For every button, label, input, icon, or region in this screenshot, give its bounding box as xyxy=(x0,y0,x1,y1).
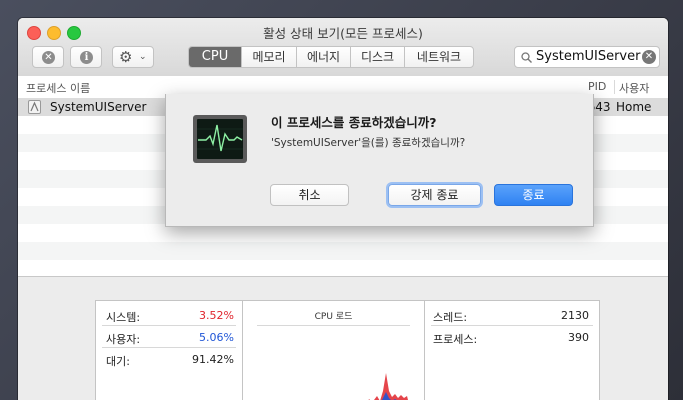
processes-value: 390 xyxy=(568,331,589,344)
search-field[interactable]: SystemUIServer ✕ xyxy=(514,46,660,68)
threads-label: 스레드: xyxy=(433,311,468,324)
view-tabs: CPU 메모리 에너지 디스크 네트워크 xyxy=(188,46,474,68)
process-user: Home xyxy=(616,100,652,114)
thread-count-panel: 스레드: 2130 프로세스: 390 xyxy=(424,300,600,400)
quit-process-dialog: 이 프로세스를 종료하겠습니까? 'SystemUIServer'을(를) 종료… xyxy=(165,94,594,227)
search-input[interactable]: SystemUIServer xyxy=(536,48,640,66)
search-icon xyxy=(521,52,532,63)
activity-monitor-window: 활성 상태 보기(모든 프로세스) ✕ i ⚙ ⌄ CPU 메모리 에너지 디스… xyxy=(18,18,668,400)
column-header-process-name[interactable]: 프로세스 이름 xyxy=(26,80,90,96)
tab-energy[interactable]: 에너지 xyxy=(296,47,350,67)
action-menu-button[interactable]: ⚙ ⌄ xyxy=(112,46,154,68)
force-quit-button[interactable]: 강제 종료 xyxy=(388,184,481,206)
threads-value: 2130 xyxy=(561,309,589,322)
window-title: 활성 상태 보기(모든 프로세스) xyxy=(263,26,423,41)
cpu-load-graph xyxy=(368,373,408,400)
system-value: 3.52% xyxy=(199,309,234,322)
gear-icon: ⚙ xyxy=(119,48,133,66)
divider xyxy=(102,347,236,348)
tab-cpu[interactable]: CPU xyxy=(189,47,241,67)
column-header-user[interactable]: 사용자 xyxy=(614,80,649,95)
cancel-button[interactable]: 취소 xyxy=(270,184,349,206)
column-header-pid[interactable]: PID xyxy=(588,80,606,93)
chevron-down-icon: ⌄ xyxy=(139,52,147,62)
user-value: 5.06% xyxy=(199,331,234,344)
tab-disk[interactable]: 디스크 xyxy=(350,47,404,67)
cpu-usage-panel: 시스템: 3.52% 사용자: 5.06% 대기: 91.42% xyxy=(95,300,243,400)
divider xyxy=(431,325,593,326)
dialog-message: 'SystemUIServer'을(를) 종료하겠습니까? xyxy=(271,137,466,149)
quit-process-button[interactable]: ✕ xyxy=(32,46,64,68)
empty-row xyxy=(18,242,668,260)
cpu-summary-area: 시스템: 3.52% 사용자: 5.06% 대기: 91.42% CPU 로드 … xyxy=(18,276,668,400)
tab-memory[interactable]: 메모리 xyxy=(241,47,296,67)
cpu-load-panel: CPU 로드 xyxy=(242,300,425,400)
processes-label: 프로세스: xyxy=(433,333,478,346)
idle-label: 대기: xyxy=(106,355,130,368)
user-label: 사용자: xyxy=(106,333,141,346)
title-bar: 활성 상태 보기(모든 프로세스) ✕ i ⚙ ⌄ CPU 메모리 에너지 디스… xyxy=(18,18,668,77)
info-icon: i xyxy=(80,51,93,64)
clear-search-icon[interactable]: ✕ xyxy=(642,50,656,64)
tab-network[interactable]: 네트워크 xyxy=(404,47,473,67)
dialog-title: 이 프로세스를 종료하겠습니까? xyxy=(271,115,437,130)
system-label: 시스템: xyxy=(106,311,141,324)
app-icon xyxy=(28,100,41,114)
divider xyxy=(257,325,410,326)
process-name: SystemUIServer xyxy=(50,100,147,114)
cpu-load-title: CPU 로드 xyxy=(314,312,353,322)
divider xyxy=(102,325,236,326)
inspect-process-button[interactable]: i xyxy=(70,46,102,68)
idle-value: 91.42% xyxy=(192,353,234,366)
stop-icon: ✕ xyxy=(42,51,55,64)
activity-monitor-icon xyxy=(193,115,247,163)
quit-button[interactable]: 종료 xyxy=(494,184,573,206)
